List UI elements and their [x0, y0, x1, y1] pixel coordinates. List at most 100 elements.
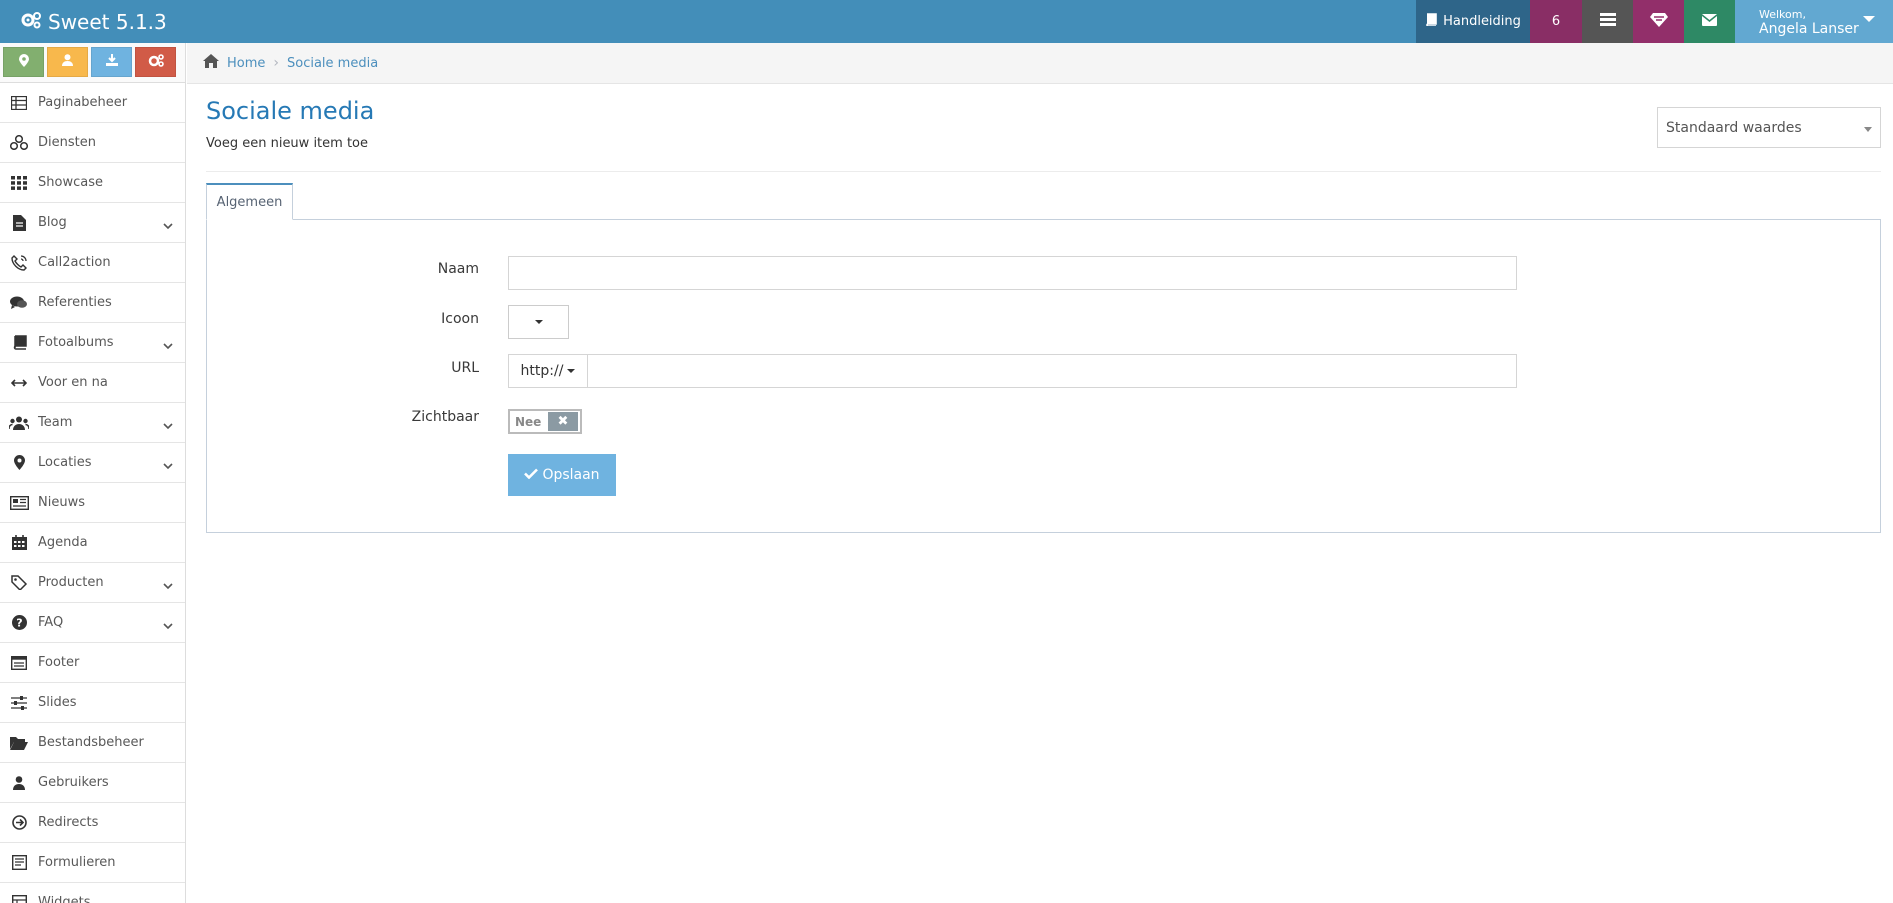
document-icon	[0, 214, 38, 231]
page-subtitle: Voeg een nieuw item toe	[206, 136, 368, 151]
sidebar-item-label: Diensten	[38, 135, 96, 150]
sidebar-item-diensten[interactable]: Diensten	[0, 123, 185, 163]
notification-count: 6	[1551, 14, 1561, 29]
cogs-icon	[148, 53, 164, 71]
chevron-down-icon	[163, 458, 173, 474]
sidebar-item-voor-en-na[interactable]: Voor en na	[0, 363, 185, 403]
calendar-icon	[0, 535, 38, 550]
name-label: Naam	[437, 261, 479, 277]
arrow-circle-icon	[0, 815, 38, 830]
shortcut-users-button[interactable]	[47, 47, 88, 77]
shortcut-settings-button[interactable]	[135, 47, 176, 77]
shortcut-locations-button[interactable]	[3, 47, 44, 77]
sidebar-item-label: Locaties	[38, 455, 92, 470]
sidebar-item-label: Widgets	[38, 895, 91, 903]
url-protocol-value: http://	[520, 363, 564, 379]
sidebar-item-footer[interactable]: Footer	[0, 643, 185, 683]
sidebar-item-team[interactable]: Team	[0, 403, 185, 443]
cogs-icon	[20, 10, 48, 34]
sidebar-item-showcase[interactable]: Showcase	[0, 163, 185, 203]
breadcrumb-home-link[interactable]: Home	[227, 56, 265, 71]
chevron-down-icon	[163, 618, 173, 634]
sidebar-item-blog[interactable]: Blog	[0, 203, 185, 243]
sidebar-item-referenties[interactable]: Referenties	[0, 283, 185, 323]
envelope-icon	[1701, 13, 1718, 30]
sidebar-item-label: Bestandsbeheer	[38, 735, 144, 750]
visible-label: Zichtbaar	[411, 409, 479, 425]
newspaper-icon	[0, 495, 38, 510]
sidebar-item-label: Footer	[38, 655, 80, 670]
sidebar-item-gebruikers[interactable]: Gebruikers	[0, 763, 185, 803]
visible-toggle[interactable]: Nee ✖	[508, 409, 582, 434]
user-menu[interactable]: Welkom, Angela Lanser	[1735, 0, 1893, 43]
toggle-state-label: Nee	[515, 414, 542, 429]
home-icon	[203, 54, 219, 72]
app-title: Sweet 5.1.3	[48, 9, 167, 34]
close-icon: ✖	[548, 412, 578, 431]
form-icon	[0, 855, 38, 870]
sidebar-item-fotoalbums[interactable]: Fotoalbums	[0, 323, 185, 363]
sidebar-item-redirects[interactable]: Redirects	[0, 803, 185, 843]
notification-count-button[interactable]: 6	[1530, 0, 1582, 43]
icon-label: Icoon	[441, 311, 479, 327]
tasks-button[interactable]	[1582, 0, 1633, 43]
sidebar-item-label: Voor en na	[38, 375, 108, 390]
map-marker-icon	[18, 53, 29, 71]
table-icon	[0, 95, 38, 110]
caret-down-icon	[534, 320, 543, 324]
url-protocol-dropdown[interactable]: http://	[509, 355, 588, 387]
brand[interactable]: Sweet 5.1.3	[0, 0, 167, 43]
sidebar-item-faq[interactable]: ? FAQ	[0, 603, 185, 643]
sliders-icon	[0, 695, 38, 710]
header-divider	[206, 171, 1881, 172]
download-icon	[105, 54, 118, 70]
sidebar-item-agenda[interactable]: Agenda	[0, 523, 185, 563]
defaults-select[interactable]: Standaard waardes	[1657, 107, 1881, 148]
sidebar-item-label: Referenties	[38, 295, 112, 310]
sidebar-item-formulieren[interactable]: Formulieren	[0, 843, 185, 883]
chevron-down-icon	[163, 338, 173, 354]
sidebar-item-producten[interactable]: Producten	[0, 563, 185, 603]
url-input[interactable]	[588, 355, 1516, 387]
tab-algemeen[interactable]: Algemeen	[206, 183, 293, 220]
superman-button[interactable]	[1633, 0, 1684, 43]
name-input[interactable]	[508, 256, 1517, 290]
caret-down-icon	[1864, 127, 1872, 132]
sidebar-item-bestandsbeheer[interactable]: Bestandsbeheer	[0, 723, 185, 763]
messages-button[interactable]	[1684, 0, 1735, 43]
sidebar-item-widgets[interactable]: Widgets	[0, 883, 185, 903]
tasks-icon	[1599, 13, 1616, 30]
tab-label: Algemeen	[216, 194, 283, 210]
book-icon	[0, 335, 38, 350]
users-icon	[0, 416, 38, 430]
sidebar-item-label: Formulieren	[38, 855, 116, 870]
icon-picker-button[interactable]	[508, 305, 569, 339]
sidebar-item-paginabeheer[interactable]: Paginabeheer	[0, 83, 185, 123]
svg-text:?: ?	[16, 617, 22, 630]
shortcut-download-button[interactable]	[91, 47, 132, 77]
breadcrumb-separator-icon: ›	[273, 55, 279, 71]
question-icon: ?	[0, 615, 38, 630]
comments-icon	[0, 296, 38, 310]
tags-icon	[0, 575, 38, 590]
welcome-label: Welkom,	[1759, 7, 1806, 21]
book-icon	[1425, 13, 1443, 30]
manual-label: Handleiding	[1443, 14, 1521, 29]
defaults-select-value: Standaard waardes	[1666, 119, 1802, 136]
sidebar-shortcuts	[0, 43, 185, 83]
sidebar-item-call2action[interactable]: Call2action	[0, 243, 185, 283]
sidebar-item-label: Blog	[38, 215, 67, 230]
sidebar-item-nieuws[interactable]: Nieuws	[0, 483, 185, 523]
sidebar-item-label: Agenda	[38, 535, 88, 550]
cubes-icon	[0, 135, 38, 150]
sidebar-item-label: Call2action	[38, 255, 111, 270]
sidebar-item-label: Producten	[38, 575, 104, 590]
breadcrumb-current-link[interactable]: Sociale media	[287, 56, 378, 71]
sidebar-item-slides[interactable]: Slides	[0, 683, 185, 723]
navbar: Sweet 5.1.3 Handleiding 6 Welkom, Angela…	[0, 0, 1893, 43]
sidebar-item-locaties[interactable]: Locaties	[0, 443, 185, 483]
page-title: Sociale media	[206, 97, 375, 125]
save-button[interactable]: Opslaan	[508, 454, 616, 496]
manual-button[interactable]: Handleiding	[1416, 0, 1530, 43]
sidebar-item-label: FAQ	[38, 615, 64, 630]
